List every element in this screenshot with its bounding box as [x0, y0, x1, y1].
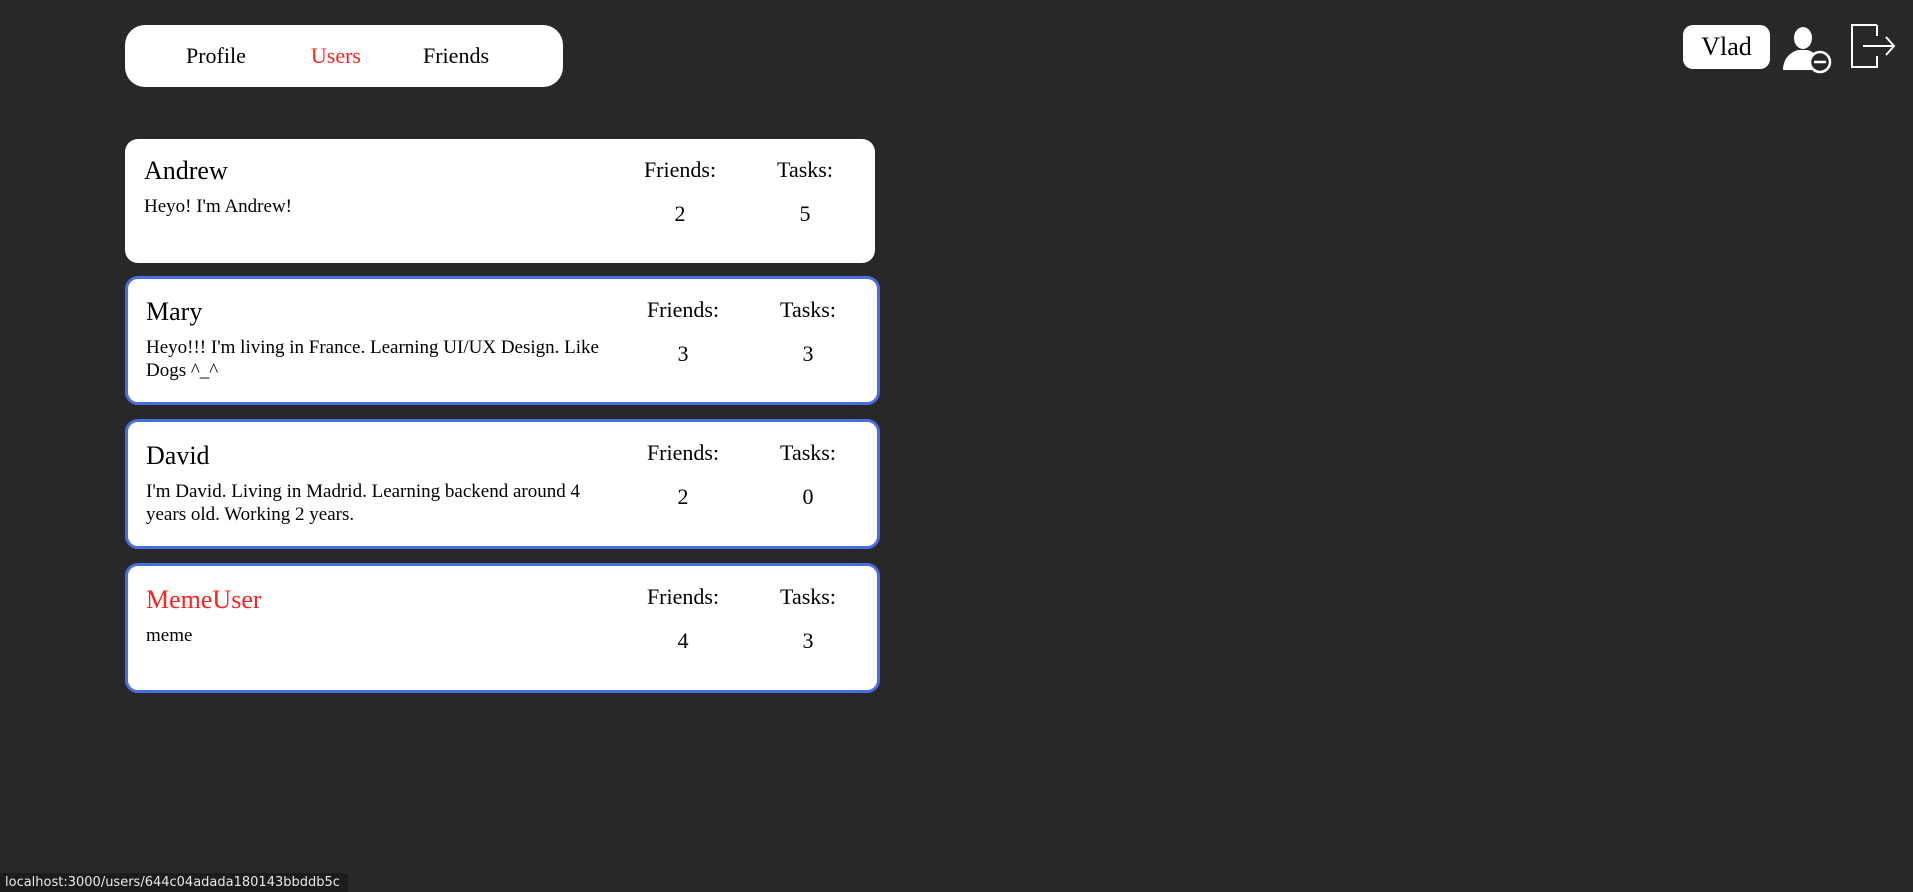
- user-card-david[interactable]: David I'm David. Living in Madrid. Learn…: [125, 419, 880, 549]
- user-name: David: [146, 441, 210, 470]
- friends-label: Friends:: [646, 584, 720, 609]
- friends-label: Friends:: [646, 440, 720, 465]
- tasks-count: 3: [802, 628, 814, 653]
- friends-label: Friends:: [646, 297, 720, 322]
- logout-icon[interactable]: [1849, 22, 1897, 70]
- user-card-memeuser[interactable]: MemeUser meme Friends: 4 Tasks: 3: [125, 563, 880, 693]
- user-bio: Heyo! I'm Andrew!: [144, 196, 292, 217]
- user-card-mary[interactable]: Mary Heyo!!! I'm living in France. Learn…: [125, 276, 880, 405]
- user-bio: I'm David. Living in Madrid. Learning ba…: [146, 481, 580, 525]
- friends-count: 3: [677, 341, 689, 366]
- friends-count: 2: [674, 201, 686, 226]
- tasks-label: Tasks:: [777, 157, 833, 182]
- tasks-count: 3: [802, 341, 814, 366]
- tasks-label: Tasks:: [780, 440, 836, 465]
- user-name: Andrew: [144, 156, 228, 185]
- status-bar-url: localhost:3000/users/644c04adada180143bb…: [0, 873, 348, 892]
- users-page: Profile Users Friends Vlad Andrew Heyo! …: [0, 0, 1913, 892]
- user-name: Mary: [146, 297, 203, 326]
- tasks-label: Tasks:: [780, 584, 836, 609]
- tasks-label: Tasks:: [780, 297, 836, 322]
- user-card-andrew[interactable]: Andrew Heyo! I'm Andrew! Friends: 2 Task…: [125, 139, 875, 263]
- user-remove-icon[interactable]: [1781, 24, 1835, 76]
- nav-users[interactable]: Users: [311, 43, 361, 69]
- friends-count: 4: [677, 628, 689, 653]
- friends-count: 2: [677, 484, 689, 509]
- tasks-count: 5: [799, 201, 811, 226]
- friends-label: Friends:: [643, 157, 717, 182]
- nav-friends[interactable]: Friends: [423, 43, 489, 69]
- user-bio: meme: [146, 625, 193, 646]
- user-bio: Heyo!!! I'm living in France. Learning U…: [146, 337, 599, 381]
- nav-profile[interactable]: Profile: [186, 43, 246, 69]
- tasks-count: 0: [802, 484, 814, 509]
- user-name: MemeUser: [146, 585, 262, 614]
- main-nav: Profile Users Friends: [125, 25, 563, 87]
- current-user-button[interactable]: Vlad: [1683, 25, 1770, 69]
